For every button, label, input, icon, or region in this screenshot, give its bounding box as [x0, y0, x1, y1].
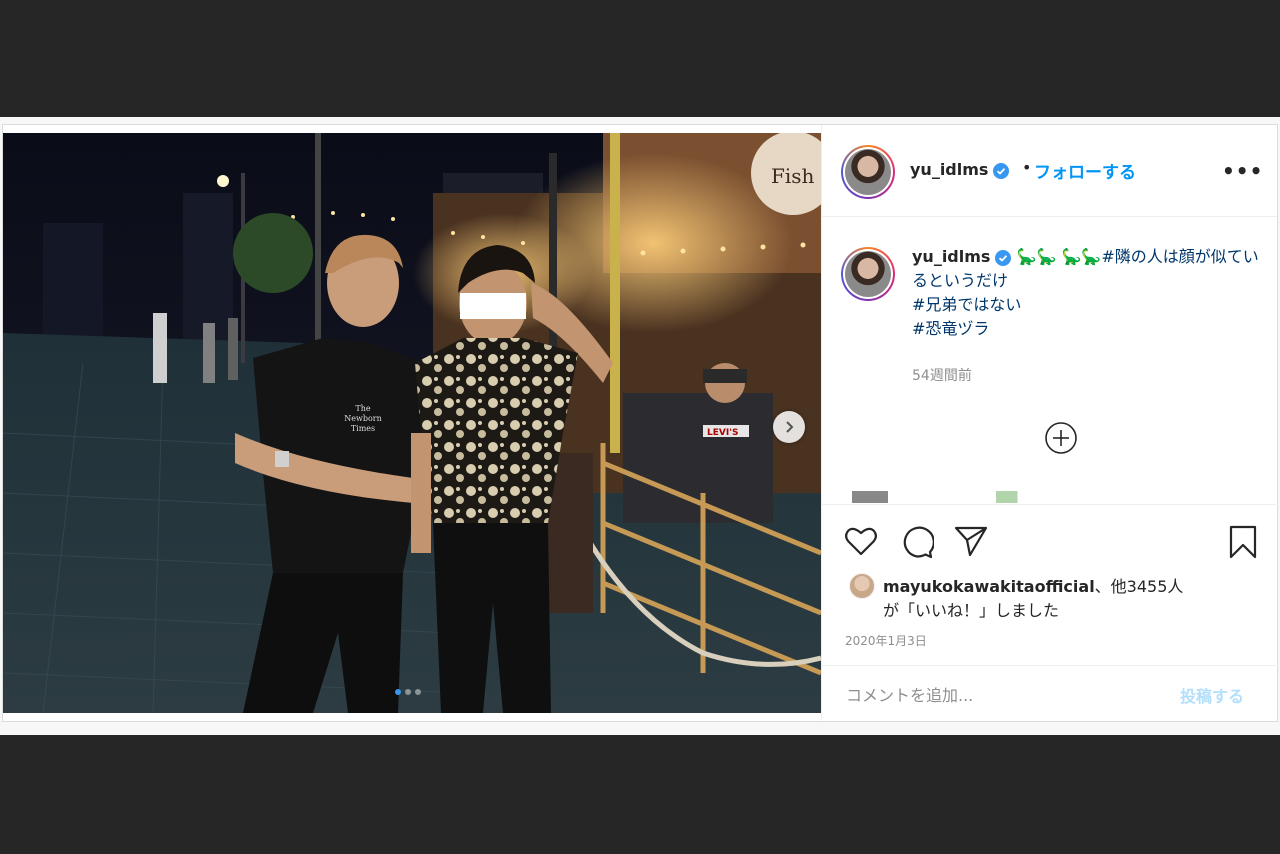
- add-comment-bar: 投稿する: [822, 665, 1278, 722]
- screenshot-frame: Fish LEVI'S The Newborn Times yu_idlms •…: [0, 117, 1280, 735]
- photo-scene: Fish LEVI'S The Newborn Times: [3, 133, 821, 713]
- likes-summary: mayukokawakitaofficial、他3455人: [883, 573, 1183, 597]
- post-actions: mayukokawakitaofficial、他3455人 が「いいね！」しまし…: [822, 504, 1278, 666]
- avatar[interactable]: [841, 145, 895, 199]
- shirt-text-line1: The: [355, 404, 370, 413]
- verified-badge-icon: [995, 249, 1012, 266]
- post-comment-button[interactable]: 投稿する: [1180, 683, 1244, 707]
- bookmark-icon[interactable]: [1228, 525, 1258, 559]
- shirt-text-line2: Newborn: [344, 414, 382, 423]
- post-side-panel: yu_idlms • フォローする ••• yu_idlms 🦕🦕 🦕🦕#隣の人…: [821, 125, 1278, 722]
- sign-text: Fish: [771, 164, 815, 188]
- shirt-text-line3: Times: [351, 424, 375, 433]
- carousel-dot: [405, 689, 411, 695]
- likes-suffix: が「いいね！」しました: [883, 601, 1060, 620]
- post-photo[interactable]: Fish LEVI'S The Newborn Times: [3, 133, 821, 713]
- comments-area: yu_idlms 🦕🦕 🦕🦕#隣の人は顔が似ているというだけ #兄弟ではない #…: [822, 217, 1278, 503]
- share-icon[interactable]: [954, 525, 988, 557]
- partial-comment-row: [852, 491, 1212, 503]
- separator-bullet: •: [1022, 158, 1032, 177]
- avatar[interactable]: [841, 247, 895, 301]
- tshirt-text: LEVI'S: [707, 428, 738, 438]
- hashtag-link[interactable]: #恐竜ヅラ: [912, 319, 989, 338]
- comment-icon[interactable]: [900, 525, 934, 559]
- username-text[interactable]: yu_idlms: [910, 160, 988, 179]
- more-options-icon[interactable]: •••: [1222, 159, 1263, 183]
- dinosaur-emoji: 🦕🦕 🦕🦕: [1016, 247, 1102, 266]
- post-date[interactable]: 2020年1月3日: [845, 632, 927, 649]
- verified-badge-icon: [993, 162, 1010, 179]
- post-header: yu_idlms • フォローする •••: [822, 125, 1277, 217]
- load-more-comments-icon[interactable]: [1044, 421, 1078, 455]
- comment-input[interactable]: [844, 680, 1168, 710]
- face-censor-box: [460, 293, 526, 319]
- instagram-post: Fish LEVI'S The Newborn Times yu_idlms •…: [2, 124, 1278, 722]
- carousel-dot: [415, 689, 421, 695]
- caption-username[interactable]: yu_idlms: [912, 247, 990, 266]
- carousel-indicator: [395, 689, 421, 695]
- liker-avatar[interactable]: [849, 573, 875, 599]
- liker-username[interactable]: mayukokawakitaofficial: [883, 577, 1095, 596]
- header-username[interactable]: yu_idlms: [910, 160, 1010, 179]
- caption-timestamp[interactable]: 54週間前: [912, 365, 972, 385]
- likes-others[interactable]: 、他3455人: [1095, 577, 1184, 596]
- hashtag-link[interactable]: #兄弟ではない: [912, 295, 1021, 314]
- heart-icon[interactable]: [844, 525, 878, 557]
- chevron-right-icon: [786, 421, 794, 433]
- carousel-dot: [395, 689, 401, 695]
- next-photo-button[interactable]: [773, 411, 805, 443]
- post-caption: yu_idlms 🦕🦕 🦕🦕#隣の人は顔が似ているというだけ #兄弟ではない #…: [912, 245, 1262, 341]
- follow-button[interactable]: フォローする: [1034, 158, 1136, 183]
